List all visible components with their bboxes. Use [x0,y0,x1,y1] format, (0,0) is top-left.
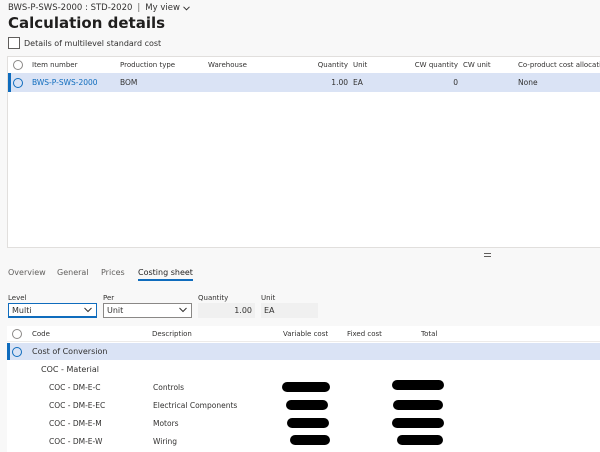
subgroup-row[interactable]: COC - Material [7,361,600,378]
multilevel-checkbox-row[interactable]: Details of multilevel standard cost [8,37,161,49]
redaction-mark [287,418,329,428]
header-variable-cost[interactable]: Variable cost [283,326,328,341]
header-cw-unit[interactable]: CW unit [463,57,491,73]
calculation-grid: Item number Production type Warehouse Qu… [7,56,600,248]
header-item-number[interactable]: Item number [32,57,77,73]
tab-costing-sheet[interactable]: Costing sheet [138,268,193,281]
grid-header: Item number Production type Warehouse Qu… [8,57,600,73]
level-label: Level [8,294,27,302]
unit-label: Unit [261,294,276,302]
redaction-mark [393,400,443,410]
breadcrumb: BWS-P-SWS-2000 : STD-2020 | My view [8,3,190,13]
cw-quantity-value: 0 [453,78,458,87]
table-row[interactable]: COC - DM-E-W Wiring [7,432,600,450]
allocation-value: None [518,78,538,87]
checkbox-icon[interactable] [8,37,20,49]
redaction-mark [392,380,444,390]
level-value: Multi [12,306,32,315]
redaction-mark [392,418,444,428]
view-selector[interactable]: My view [145,3,190,13]
quantity-label: Quantity [198,294,229,302]
production-type-value: BOM [120,78,138,87]
radio-icon[interactable] [13,77,23,88]
multilevel-label: Details of multilevel standard cost [24,38,162,48]
header-unit[interactable]: Unit [353,57,367,73]
table-row[interactable]: COC - DM-E-C Controls [7,378,600,396]
quantity-value: 1.00 [331,78,348,87]
quantity-field: 1.00 [198,303,255,318]
header-total[interactable]: Total [421,326,437,341]
group-label: Cost of Conversion [32,347,108,356]
costing-sheet-grid: Code Description Variable cost Fixed cos… [7,326,600,452]
radio-icon[interactable] [12,328,22,339]
breadcrumb-path: BWS-P-SWS-2000 : STD-2020 [8,3,133,13]
table-row[interactable]: COC - DM-E-EC Electrical Components [7,396,600,414]
description-cell: Controls [153,382,185,392]
row-select-radio[interactable] [13,73,23,92]
redaction-mark [286,400,328,410]
description-cell: Wiring [153,436,178,446]
header-production-type[interactable]: Production type [120,57,175,73]
header-quantity[interactable]: Quantity [288,57,348,73]
subgroup-label: COC - Material [41,365,99,374]
radio-icon[interactable] [13,60,23,70]
select-all-radio[interactable] [13,57,23,73]
table-row[interactable]: BWS-P-SWS-2000 BOM 1.00 EA 0 None [8,73,600,92]
header-cw-quantity[interactable]: CW quantity [398,57,458,73]
header-warehouse[interactable]: Warehouse [208,57,247,73]
tab-overview[interactable]: Overview [8,268,46,277]
chevron-down-icon [183,5,190,11]
item-number-link[interactable]: BWS-P-SWS-2000 [32,73,98,92]
code-cell: COC - DM-E-M [49,418,102,428]
tab-general[interactable]: General [57,268,89,277]
unit-field: EA [261,303,318,318]
per-label: Per [103,294,115,302]
group-row[interactable]: Cost of Conversion [7,343,600,360]
view-label: My view [145,3,180,13]
per-value: Unit [107,306,124,315]
level-select[interactable]: Multi [8,303,97,318]
tab-prices[interactable]: Prices [101,268,125,277]
code-cell: COC - DM-E-C [49,382,101,392]
header-co-product-allocation[interactable]: Co-product cost allocation [518,57,600,73]
select-all-radio[interactable] [12,326,22,341]
redaction-mark [290,435,330,445]
page-title: Calculation details [8,14,166,32]
grid-header: Code Description Variable cost Fixed cos… [7,326,600,342]
splitter-icon[interactable] [484,253,491,259]
chevron-down-icon [84,307,92,313]
radio-icon[interactable] [12,346,22,357]
table-row[interactable]: COC - DM-E-M Motors [7,414,600,432]
code-cell: COC - DM-E-W [49,436,103,446]
unit-value: EA [353,78,363,87]
header-fixed-cost[interactable]: Fixed cost [347,326,382,341]
header-code[interactable]: Code [32,326,50,341]
description-cell: Electrical Components [153,400,238,410]
redaction-mark [282,382,330,392]
chevron-down-icon [179,307,187,313]
code-cell: COC - DM-E-EC [49,400,106,410]
header-description[interactable]: Description [152,326,192,341]
redaction-mark [397,435,443,445]
group-radio[interactable] [12,343,22,360]
per-select[interactable]: Unit [103,303,192,318]
breadcrumb-separator: | [137,3,141,13]
description-cell: Motors [153,418,179,428]
